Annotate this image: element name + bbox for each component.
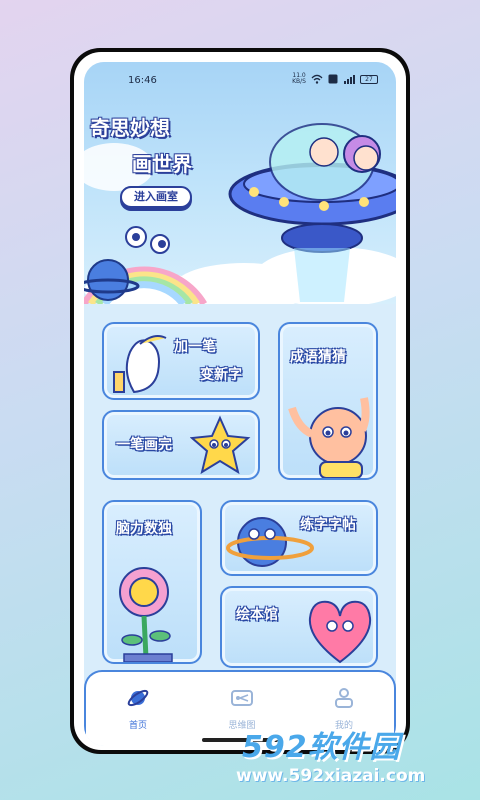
status-time: 16:46 xyxy=(128,75,157,86)
card-one-stroke-title: 一笔画完 xyxy=(116,437,172,453)
card-add-stroke-title: 加一笔 xyxy=(174,339,216,355)
feature-grid: 加一笔 变新字 成语猜猜 一笔画完 脑力数独 练字字帖 绘本馆 xyxy=(84,304,396,670)
enter-studio-button[interactable]: 进入画室 xyxy=(120,186,192,208)
card-idiom-guess-title: 成语猜猜 xyxy=(290,349,346,365)
baby-character-icon xyxy=(288,397,370,478)
card-sudoku-title: 脑力数独 xyxy=(116,521,172,537)
hero-title-line1: 奇思妙想 xyxy=(90,116,170,140)
card-idiom-guess[interactable]: 成语猜猜 xyxy=(278,322,378,480)
card-add-stroke-subtitle: 变新字 xyxy=(200,367,242,383)
mindmap-icon xyxy=(231,690,253,706)
signal-icon xyxy=(344,75,355,84)
planet-icon xyxy=(127,689,149,707)
status-bar: 16:46 11.0 KB/S 27 xyxy=(84,62,396,98)
card-add-stroke[interactable]: 加一笔 变新字 xyxy=(102,322,260,400)
nav-home[interactable]: 首页 xyxy=(108,686,168,731)
flower-character-icon xyxy=(119,567,173,662)
card-sudoku[interactable]: 脑力数独 xyxy=(102,500,202,664)
card-calligraphy-title: 练字字帖 xyxy=(300,517,356,533)
network-speed: 11.0 KB/S xyxy=(292,73,306,85)
wifi-icon xyxy=(311,74,323,84)
hd-icon xyxy=(328,74,338,84)
card-one-stroke[interactable]: 一笔画完 xyxy=(102,410,260,480)
ghost-pencil-icon xyxy=(113,335,167,394)
nav-home-label: 首页 xyxy=(128,721,147,731)
hero-banner[interactable]: 奇思妙想 画世界 进入画室 xyxy=(84,62,396,304)
user-icon xyxy=(335,688,353,708)
card-picture-book[interactable]: 绘本馆 xyxy=(220,586,378,668)
app-screen: 奇思妙想 画世界 进入画室 16:46 11.0 KB/S 27 加一笔 变新字… xyxy=(84,62,396,746)
watermark-brand: 592软件园 xyxy=(242,730,401,765)
status-icons: 11.0 KB/S 27 xyxy=(292,73,378,85)
hero-illustration xyxy=(84,123,396,304)
hero-title-line2: 画世界 xyxy=(132,152,192,176)
card-calligraphy[interactable]: 练字字帖 xyxy=(220,500,378,576)
heart-character-icon xyxy=(308,600,372,664)
card-picture-book-title: 绘本馆 xyxy=(236,607,278,623)
network-speed-unit: KB/S xyxy=(292,78,306,85)
watermark-url: www.592xiazai.com xyxy=(236,766,426,786)
battery-icon: 27 xyxy=(360,74,378,84)
star-character-icon xyxy=(190,415,251,475)
watermark: 592软件园 www.592xiazai.com xyxy=(236,722,480,800)
